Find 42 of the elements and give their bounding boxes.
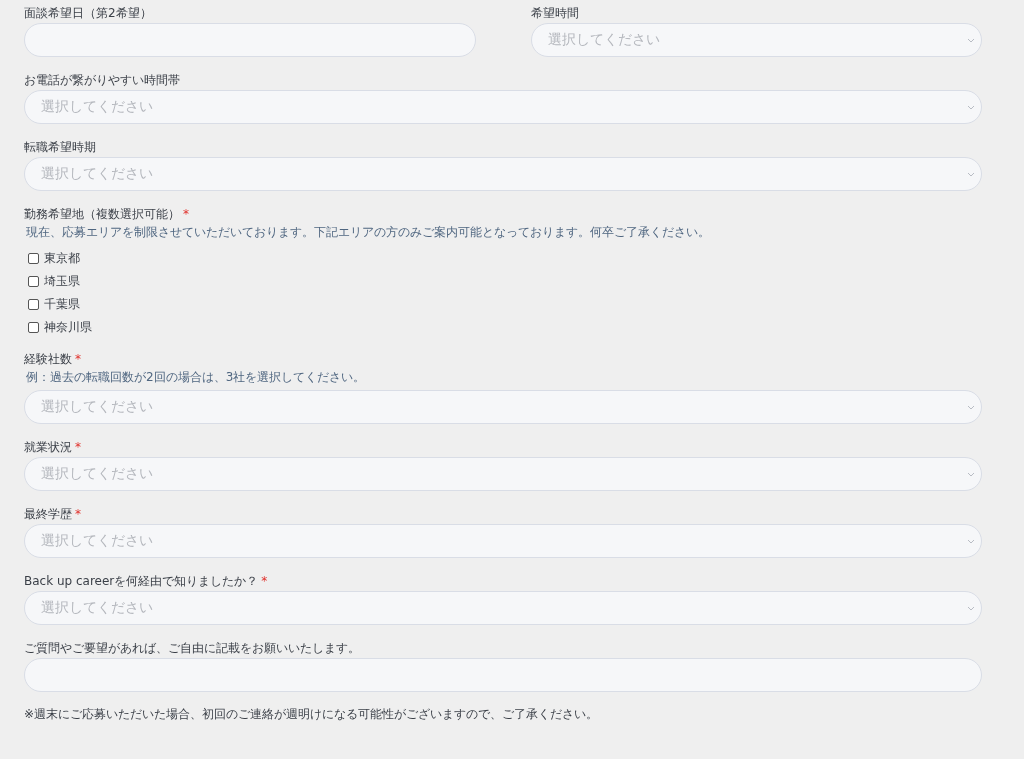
checkbox-label: 神奈川県	[44, 318, 92, 336]
field-label: 就業状況	[24, 438, 72, 456]
checkbox-label: 埼玉県	[44, 272, 80, 290]
chevron-down-icon	[967, 171, 975, 177]
required-mark: *	[75, 507, 81, 521]
checkbox-label: 東京都	[44, 249, 80, 267]
field-label: ご質問やご要望があれば、ご自由に記載をお願いいたします。	[24, 639, 360, 657]
field-label: Back up careerを何経由で知りましたか？	[24, 572, 259, 590]
select-field[interactable]: 選択してください	[530, 23, 982, 57]
footer-note: ※週末にご応募いただいた場合、初回のご連絡が週明けになる可能性がございますので、ご了承ください。	[24, 706, 600, 723]
field-label: 面談希望日（第2希望）	[24, 4, 152, 22]
field-label: 経験社数	[24, 350, 72, 368]
chevron-down-icon	[967, 404, 975, 410]
select-field[interactable]: 選択してください	[24, 390, 982, 424]
chevron-down-icon	[967, 605, 975, 611]
checkbox-label: 千葉県	[44, 295, 80, 313]
required-mark: *	[261, 574, 268, 588]
chevron-down-icon	[967, 471, 975, 477]
checkbox[interactable]	[28, 275, 39, 287]
checkbox[interactable]	[28, 252, 39, 264]
select-field[interactable]: 選択してください	[24, 591, 982, 625]
checkbox[interactable]	[28, 298, 39, 310]
field-note: 例：過去の転職回数が2回の場合は、3社を選択してください。	[26, 369, 367, 386]
chevron-down-icon	[967, 37, 975, 43]
select-field[interactable]: 選択してください	[24, 457, 982, 491]
select-field[interactable]: 選択してください	[24, 524, 982, 558]
select-field[interactable]: 選択してください	[24, 90, 982, 124]
input-field[interactable]	[24, 23, 476, 57]
checkbox[interactable]	[28, 321, 39, 333]
chevron-down-icon	[967, 104, 975, 110]
required-mark: *	[75, 440, 81, 454]
field-label: お電話が繋がりやすい時間帯	[24, 71, 180, 89]
field-label: 勤務希望地（複数選択可能）	[24, 205, 180, 223]
field-label: 最終学歴	[24, 505, 72, 523]
field-label: 希望時間	[530, 4, 579, 22]
required-mark: *	[75, 352, 81, 366]
required-mark: *	[183, 207, 189, 221]
field-label: 転職希望時期	[24, 138, 96, 156]
field-note: 現在、応募エリアを制限させていただいております。下記エリアの方のみご案内可能となっております。何卒ご了承ください。	[26, 224, 711, 241]
chevron-down-icon	[967, 538, 975, 544]
input-field[interactable]	[24, 658, 982, 692]
select-field[interactable]: 選択してください	[24, 157, 982, 191]
